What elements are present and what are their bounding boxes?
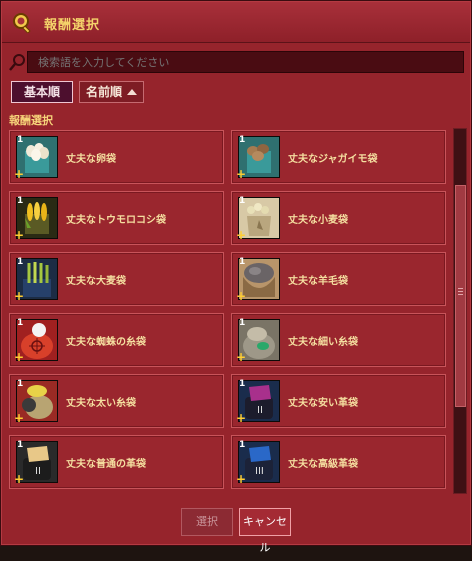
plus-icon: + [236, 472, 247, 486]
reward-select-window: 報酬選択 基本順 名前順 報酬選択 1 + 丈夫な卵袋 1 + [0, 0, 472, 554]
item-quantity: 1 [239, 135, 246, 145]
plus-icon: + [14, 411, 25, 425]
plus-icon: + [236, 289, 247, 303]
reward-item[interactable]: 1 + 丈夫な大麦袋 [9, 252, 224, 306]
wheat-bag-icon: 1 + [236, 196, 280, 242]
plus-icon: + [14, 350, 25, 364]
wool-bag-icon: 1 + [236, 257, 280, 303]
item-label: 丈夫な安い革袋 [288, 398, 358, 409]
item-quantity: 1 [239, 440, 246, 450]
item-quantity: 1 [17, 379, 24, 389]
item-quantity: 1 [17, 440, 24, 450]
reward-list: 1 + 丈夫な卵袋 1 + 丈夫なジャガイモ袋 1 + 丈夫なトウモロコシ袋 1… [5, 125, 456, 493]
plus-icon: + [14, 472, 25, 486]
search-bar [9, 51, 464, 73]
sort-basic-button[interactable]: 基本順 [11, 81, 73, 103]
reward-item[interactable]: 1 + 丈夫な卵袋 [9, 130, 224, 184]
reward-item[interactable]: II 1 + 丈夫な普通の革袋 [9, 435, 224, 489]
item-label: 丈夫なジャガイモ袋 [288, 154, 378, 165]
plus-icon: + [14, 167, 25, 181]
plus-icon: + [236, 350, 247, 364]
reward-item[interactable]: 1 + 丈夫な蜘蛛の糸袋 [9, 313, 224, 367]
item-quantity: 1 [239, 257, 246, 267]
select-button[interactable]: 選択 [181, 508, 233, 536]
item-label: 丈夫なトウモロコシ袋 [66, 215, 166, 226]
plus-icon: + [14, 228, 25, 242]
corn-bag-icon: 1 + [14, 196, 58, 242]
scrollbar-thumb[interactable] [455, 185, 466, 407]
reward-item[interactable]: 1 + 丈夫なトウモロコシ袋 [9, 191, 224, 245]
item-quantity: 1 [239, 196, 246, 206]
item-quantity: 1 [239, 318, 246, 328]
item-quantity: 1 [17, 318, 24, 328]
item-label: 丈夫な羊毛袋 [288, 276, 348, 287]
barley-bag-icon: 1 + [14, 257, 58, 303]
grip-icon [458, 288, 463, 289]
reward-item[interactable]: 1 + 丈夫な小麦袋 [231, 191, 446, 245]
search-icon [9, 54, 25, 71]
svg-text:II: II [35, 466, 41, 477]
common-leather-bag-icon: II 1 + [14, 440, 58, 486]
search-magnifier-icon [13, 13, 31, 33]
item-label: 丈夫な高級革袋 [288, 459, 358, 470]
plus-icon: + [236, 167, 247, 181]
fine-leather-bag-icon: III 1 + [236, 440, 280, 486]
title-bar[interactable]: 報酬選択 [2, 2, 470, 43]
plus-icon: + [14, 289, 25, 303]
item-label: 丈夫な大麦袋 [66, 276, 126, 287]
item-label: 丈夫な太い糸袋 [66, 398, 136, 409]
egg-bag-icon: 1 + [14, 135, 58, 181]
reward-item[interactable]: 1 + 丈夫な羊毛袋 [231, 252, 446, 306]
cancel-button[interactable]: キャンセル [239, 508, 291, 554]
item-quantity: 1 [17, 135, 24, 145]
potato-bag-icon: 1 + [236, 135, 280, 181]
svg-text:III: III [255, 466, 264, 477]
item-label: 丈夫な普通の革袋 [66, 459, 146, 470]
reward-item[interactable]: II 1 + 丈夫な安い革袋 [231, 374, 446, 428]
reward-item[interactable]: 1 + 丈夫な細い糸袋 [231, 313, 446, 367]
item-quantity: 1 [239, 379, 246, 389]
sort-ascending-icon [127, 89, 137, 95]
thick-thread-bag-icon: 1 + [14, 379, 58, 425]
item-label: 丈夫な細い糸袋 [288, 337, 358, 348]
plus-icon: + [236, 411, 247, 425]
reward-item[interactable]: 1 + 丈夫な太い糸袋 [9, 374, 224, 428]
thin-thread-bag-icon: 1 + [236, 318, 280, 364]
item-label: 丈夫な卵袋 [66, 154, 116, 165]
item-quantity: 1 [17, 196, 24, 206]
item-quantity: 1 [17, 257, 24, 267]
reward-item[interactable]: III 1 + 丈夫な高級革袋 [231, 435, 446, 489]
search-input[interactable] [27, 51, 464, 73]
item-label: 丈夫な小麦袋 [288, 215, 348, 226]
list-scrollbar[interactable] [453, 128, 467, 494]
item-label: 丈夫な蜘蛛の糸袋 [66, 337, 146, 348]
cheap-leather-bag-icon: II 1 + [236, 379, 280, 425]
svg-text:II: II [257, 405, 263, 416]
sort-name-label: 名前順 [86, 85, 123, 99]
window-title: 報酬選択 [44, 18, 101, 33]
plus-icon: + [236, 228, 247, 242]
sort-name-button[interactable]: 名前順 [79, 81, 144, 103]
reward-item[interactable]: 1 + 丈夫なジャガイモ袋 [231, 130, 446, 184]
spider-silk-bag-icon: 1 + [14, 318, 58, 364]
